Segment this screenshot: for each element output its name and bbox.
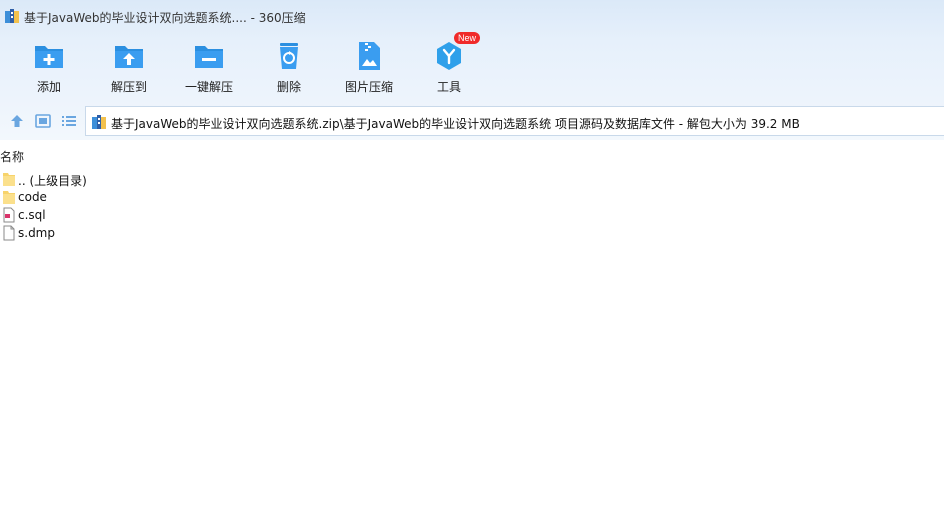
extract-to-button[interactable]: 解压到 bbox=[89, 34, 169, 98]
recycle-bin-icon bbox=[280, 43, 298, 69]
one-click-extract-label: 一键解压 bbox=[184, 80, 233, 94]
sql-file-icon bbox=[3, 207, 15, 223]
one-click-extract-icon bbox=[195, 46, 223, 68]
list-view-icon[interactable] bbox=[60, 112, 78, 130]
list-item-name: c.sql bbox=[18, 208, 46, 222]
image-compress-label: 图片压缩 bbox=[344, 80, 393, 94]
extract-to-icon bbox=[115, 46, 143, 68]
add-button[interactable]: 添加 bbox=[9, 34, 89, 98]
delete-label: 删除 bbox=[276, 80, 301, 94]
list-item-file[interactable]: s.dmp bbox=[0, 224, 300, 242]
thumbnail-view-icon[interactable] bbox=[34, 112, 52, 130]
add-label: 添加 bbox=[36, 80, 61, 94]
extract-to-label: 解压到 bbox=[110, 80, 147, 94]
new-badge: New bbox=[454, 32, 481, 44]
archive-file-icon bbox=[92, 115, 106, 129]
column-header-name[interactable]: 名称 bbox=[0, 148, 24, 164]
list-item-parent-directory[interactable]: .. (上级目录) bbox=[0, 170, 300, 188]
up-arrow-icon[interactable] bbox=[8, 112, 26, 130]
file-list: 名称 .. (上级目录) code c.sql s.dmp bbox=[0, 140, 944, 522]
delete-button[interactable]: 删除 bbox=[249, 34, 329, 98]
path-bar[interactable]: 基于JavaWeb的毕业设计双向选题系统.zip\基于JavaWeb的毕业设计双… bbox=[85, 106, 944, 136]
tools-button[interactable]: New 工具 bbox=[409, 32, 489, 98]
archive-app-icon bbox=[5, 9, 19, 23]
image-compress-button[interactable]: 图片压缩 bbox=[329, 34, 409, 98]
image-compress-icon bbox=[359, 42, 380, 70]
top-panel: 基于JavaWeb的毕业设计双向选题系统.... - 360压缩 添加 解压到 bbox=[0, 0, 944, 140]
folder-icon bbox=[3, 191, 15, 204]
file-icon bbox=[3, 225, 15, 241]
tools-icon bbox=[437, 42, 461, 70]
list-item-name: .. (上级目录) bbox=[18, 174, 87, 188]
window-title: 基于JavaWeb的毕业设计双向选题系统.... - 360压缩 bbox=[24, 11, 306, 25]
tools-label: 工具 bbox=[436, 80, 461, 94]
list-item-name: code bbox=[18, 190, 47, 204]
one-click-extract-button[interactable]: 一键解压 bbox=[169, 34, 249, 98]
path-text: 基于JavaWeb的毕业设计双向选题系统.zip\基于JavaWeb的毕业设计双… bbox=[111, 117, 800, 131]
toolbar: 添加 解压到 一键解压 删除 图片压缩 New 工具 bbox=[0, 32, 944, 100]
title-bar: 基于JavaWeb的毕业设计双向选题系统.... - 360压缩 bbox=[0, 0, 944, 32]
add-folder-icon bbox=[35, 46, 63, 68]
list-item-file[interactable]: c.sql bbox=[0, 206, 300, 224]
list-item-name: s.dmp bbox=[18, 226, 55, 240]
folder-icon bbox=[3, 173, 15, 186]
navigation-bar: 基于JavaWeb的毕业设计双向选题系统.zip\基于JavaWeb的毕业设计双… bbox=[0, 106, 944, 136]
list-item-folder[interactable]: code bbox=[0, 188, 300, 206]
